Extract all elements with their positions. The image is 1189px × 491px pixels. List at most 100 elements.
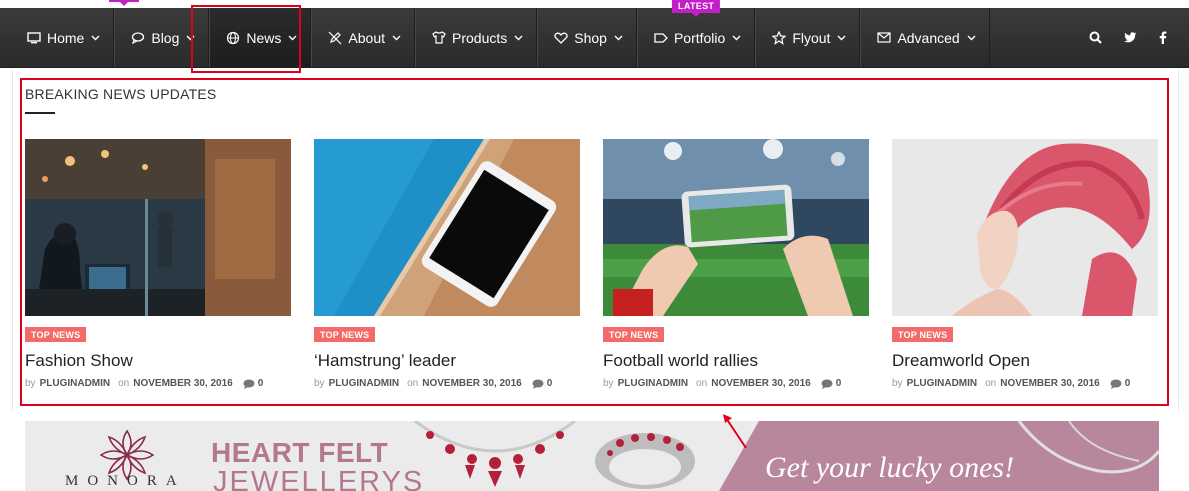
chevron-down-icon: [186, 35, 195, 40]
comments-link[interactable]: 0: [532, 378, 553, 389]
section-title: BREAKING NEWS UPDATES: [25, 86, 217, 102]
news-title[interactable]: Dreamworld Open: [892, 351, 1158, 371]
by-label: by: [892, 378, 903, 389]
chevron-down-icon: [837, 35, 846, 40]
nav-item-label: Products: [452, 29, 508, 46]
nav-item-advanced[interactable]: Advanced: [860, 8, 990, 67]
chevron-down-icon: [514, 35, 523, 40]
nav-item-about[interactable]: About: [311, 8, 415, 67]
tag-icon: [654, 32, 668, 44]
nav-item-label: Flyout: [792, 29, 831, 46]
author-link[interactable]: PLUGINADMIN: [329, 378, 400, 389]
blog-badge: [109, 0, 139, 6]
news-thumbnail-tablet[interactable]: [314, 139, 580, 316]
news-card[interactable]: TOP NEWS Football world rallies by PLUGI…: [603, 139, 869, 389]
news-card[interactable]: TOP NEWS ‘Hamstrung’ leader by PLUGINADM…: [314, 139, 580, 389]
nav-social-icons: [1089, 8, 1189, 67]
chevron-down-icon: [288, 35, 297, 40]
post-date: NOVEMBER 30, 2016: [711, 378, 811, 389]
chevron-down-icon: [91, 35, 100, 40]
nav-item-label: About: [348, 29, 385, 46]
news-thumbnail-portrait[interactable]: [892, 139, 1158, 316]
star-icon: [772, 30, 787, 45]
post-meta: by PLUGINADMIN on NOVEMBER 30, 2016 0: [314, 378, 580, 389]
by-label: by: [603, 378, 614, 389]
ring-image: [595, 433, 695, 489]
comments-count: 0: [546, 378, 553, 389]
chevron-down-icon: [614, 35, 623, 40]
nav-item-products[interactable]: Products: [415, 8, 538, 67]
banner-heading: HEART FELT: [211, 437, 389, 468]
chevron-down-icon: [967, 35, 976, 40]
nav-item-home[interactable]: Home: [0, 8, 115, 67]
post-date: NOVEMBER 30, 2016: [422, 378, 522, 389]
news-title[interactable]: Fashion Show: [25, 351, 291, 371]
globe-icon: [226, 31, 240, 45]
author-link[interactable]: PLUGINADMIN: [618, 378, 689, 389]
news-card[interactable]: TOP NEWS Dreamworld Open by PLUGINADMIN …: [892, 139, 1158, 389]
comments-count: 0: [1124, 378, 1131, 389]
main-nav: Home Blog News About Products Shop LATES…: [0, 0, 1189, 68]
nav-item-label: Advanced: [897, 29, 960, 46]
comments-link[interactable]: 0: [821, 378, 842, 389]
banner-subheading: JEWELLERYS: [213, 466, 425, 491]
banner-brand: MONORA: [65, 473, 186, 489]
post-date: NOVEMBER 30, 2016: [1000, 378, 1100, 389]
comment-icon: [243, 379, 255, 389]
speech-bubble-icon: [131, 31, 145, 44]
comments-link[interactable]: 0: [1110, 378, 1131, 389]
necklace-image: [414, 421, 576, 487]
nav-item-label: Shop: [574, 29, 607, 46]
comments-count: 0: [835, 378, 842, 389]
post-meta: by PLUGINADMIN on NOVEMBER 30, 2016 0: [892, 378, 1158, 389]
pencil-slash-icon: [328, 31, 342, 45]
tshirt-icon: [432, 31, 446, 44]
comment-icon: [821, 379, 833, 389]
on-label: on: [696, 378, 708, 389]
title-underline: [25, 112, 55, 114]
on-label: on: [118, 378, 130, 389]
envelope-icon: [877, 32, 892, 43]
category-tag[interactable]: TOP NEWS: [25, 327, 87, 342]
latest-badge: LATEST: [672, 0, 721, 17]
news-thumbnail-cafe[interactable]: [25, 139, 291, 316]
category-tag[interactable]: TOP NEWS: [314, 327, 376, 342]
on-label: on: [985, 378, 997, 389]
category-tag[interactable]: TOP NEWS: [892, 327, 954, 342]
nav-item-blog[interactable]: Blog: [114, 8, 210, 67]
banner-cta: Get your lucky ones!: [765, 451, 1015, 484]
comment-icon: [1110, 379, 1122, 389]
comments-count: 0: [257, 378, 264, 389]
news-title[interactable]: ‘Hamstrung’ leader: [314, 351, 580, 371]
monitor-icon: [27, 31, 41, 44]
annotation-arrow-icon: [723, 414, 747, 449]
by-label: by: [314, 378, 325, 389]
nav-item-shop[interactable]: Shop: [537, 8, 637, 67]
comment-icon: [532, 379, 544, 389]
search-icon[interactable]: [1089, 31, 1102, 44]
nav-item-label: Portfolio: [673, 29, 726, 46]
page: Home Blog News About Products Shop LATES…: [0, 0, 1189, 491]
category-tag[interactable]: TOP NEWS: [603, 327, 665, 342]
news-thumbnail-stadium[interactable]: [603, 139, 869, 316]
post-meta: by PLUGINADMIN on NOVEMBER 30, 2016 0: [25, 378, 291, 389]
nav-item-label: Home: [47, 29, 85, 46]
chevron-down-icon: [732, 35, 741, 40]
jewellery-banner[interactable]: MONORA HEART FELT JEWELLERYS Get your lu…: [25, 421, 1159, 491]
nav-item-portfolio[interactable]: LATEST Portfolio: [636, 0, 756, 67]
post-meta: by PLUGINADMIN on NOVEMBER 30, 2016 0: [603, 378, 869, 389]
news-card[interactable]: TOP NEWS Fashion Show by PLUGINADMIN on …: [25, 139, 291, 389]
nav-item-news[interactable]: News: [209, 8, 312, 67]
facebook-icon[interactable]: [1159, 31, 1167, 44]
author-link[interactable]: PLUGINADMIN: [907, 378, 978, 389]
news-title[interactable]: Football world rallies: [603, 351, 869, 371]
author-link[interactable]: PLUGINADMIN: [40, 378, 111, 389]
by-label: by: [25, 378, 36, 389]
twitter-icon[interactable]: [1124, 32, 1137, 43]
nav-item-flyout[interactable]: Flyout: [755, 8, 861, 67]
post-date: NOVEMBER 30, 2016: [133, 378, 233, 389]
heart-icon: [554, 32, 568, 44]
nav-item-label: News: [246, 29, 282, 46]
comments-link[interactable]: 0: [243, 378, 264, 389]
chevron-down-icon: [392, 35, 401, 40]
